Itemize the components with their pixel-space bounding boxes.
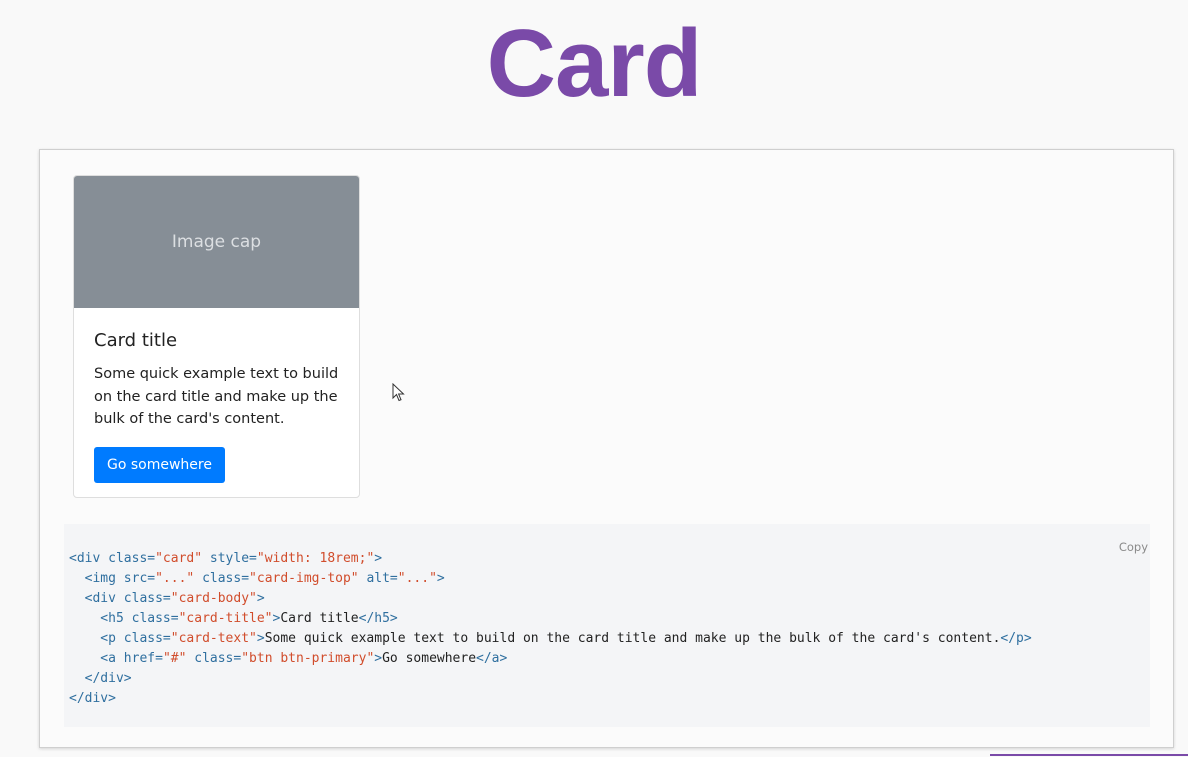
card: Image cap Card title Some quick example … — [73, 175, 360, 498]
card-image-cap: Image cap — [74, 176, 359, 308]
code-line: <a href="#" class="btn btn-primary">Go s… — [69, 651, 508, 666]
page-title: Card — [486, 10, 703, 117]
code-line: </div> — [69, 671, 132, 686]
copy-button[interactable]: Copy — [1119, 540, 1148, 554]
go-somewhere-button[interactable]: Go somewhere — [94, 446, 225, 483]
code-snippet: <div class="card" style="width: 18rem;">… — [69, 549, 1032, 709]
card-text: Some quick example text to build on the … — [94, 366, 339, 427]
code-line: </div> — [69, 691, 116, 706]
code-line: <img src="..." class="card-img-top" alt=… — [69, 571, 445, 586]
example-frame: Image cap Card title Some quick example … — [39, 149, 1174, 748]
code-line: <div class="card-body"> — [69, 591, 265, 606]
code-block: Copy <div class="card" style="width: 18r… — [64, 524, 1150, 727]
image-cap-label: Image cap — [171, 232, 262, 252]
mouse-cursor-icon — [392, 383, 405, 402]
accent-line — [990, 754, 1188, 756]
card-title: Card title — [94, 330, 178, 351]
card-body: Card title Some quick example text to bu… — [74, 308, 359, 497]
page: Card Image cap Card title Some quick exa… — [0, 0, 1188, 757]
code-line: <div class="card" style="width: 18rem;"> — [69, 551, 383, 566]
code-line: <h5 class="card-title">Card title</h5> — [69, 611, 398, 626]
code-line: <p class="card-text">Some quick example … — [69, 631, 1032, 646]
